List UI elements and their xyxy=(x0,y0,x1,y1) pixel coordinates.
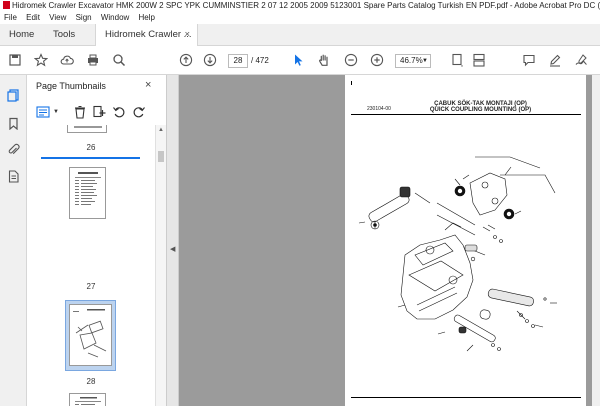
scrollbar-thumb[interactable] xyxy=(158,151,164,162)
menu-bar: File Edit View Sign Window Help xyxy=(0,12,600,24)
panel-splitter[interactable]: ◀ xyxy=(166,75,179,406)
cloud-upload-icon[interactable] xyxy=(60,53,74,67)
page-thumbnail-27-preview xyxy=(75,172,101,205)
collapse-panel-icon[interactable]: ◀ xyxy=(170,245,175,253)
menu-edit[interactable]: Edit xyxy=(26,13,40,22)
chevron-down-icon: ▼ xyxy=(422,58,428,64)
rotate-clockwise-icon[interactable] xyxy=(132,105,146,119)
acrobat-app-icon xyxy=(3,1,10,9)
drop-indicator xyxy=(41,157,140,159)
insert-page-icon[interactable] xyxy=(92,105,106,119)
exploded-parts-diagram xyxy=(358,156,557,352)
thumbnail-options-icon[interactable] xyxy=(36,105,50,119)
page-thumbnail-28[interactable] xyxy=(69,304,112,366)
menu-view[interactable]: View xyxy=(49,13,66,22)
page-thumbnail-29-preview xyxy=(75,397,101,405)
tab-home[interactable]: Home xyxy=(9,24,34,46)
menu-window[interactable]: Window xyxy=(101,13,129,22)
main-toolbar: 28 / 472 46.7% ▼ xyxy=(0,46,600,75)
menu-file[interactable]: File xyxy=(4,13,17,22)
thumbnail-label-26: 26 xyxy=(86,143,96,152)
hand-tool-icon[interactable] xyxy=(317,53,331,67)
right-rail xyxy=(592,75,600,406)
tab-document[interactable]: Hidromek Crawler ... × xyxy=(95,24,198,47)
print-icon[interactable] xyxy=(86,53,100,67)
zoom-level-value: 46.7% xyxy=(400,56,423,65)
zoom-out-icon[interactable] xyxy=(344,53,358,67)
page-total: / 472 xyxy=(251,56,269,65)
document-icon[interactable] xyxy=(7,170,20,183)
scroll-up-icon[interactable]: ▲ xyxy=(158,127,164,133)
window-titlebar: Hidromek Crawler Excavator HMK 200W 2 SP… xyxy=(0,0,600,12)
sign-icon[interactable] xyxy=(574,53,588,67)
tab-document-label: Hidromek Crawler ... xyxy=(105,29,192,40)
panel-toolbar: ▼ xyxy=(36,105,156,119)
delete-pages-icon[interactable] xyxy=(73,105,87,119)
menu-help[interactable]: Help xyxy=(139,13,155,22)
save-icon[interactable] xyxy=(8,53,22,67)
rotate-counterclockwise-icon[interactable] xyxy=(112,105,126,119)
bookmark-star-icon[interactable] xyxy=(34,53,48,67)
tab-close-icon[interactable]: × xyxy=(184,24,190,46)
comment-icon[interactable] xyxy=(522,53,536,67)
select-cursor-icon[interactable] xyxy=(291,53,305,67)
fit-page-icon[interactable] xyxy=(450,53,464,67)
scroll-mode-icon[interactable] xyxy=(472,53,486,67)
tab-tools[interactable]: Tools xyxy=(53,24,75,46)
zoom-in-icon[interactable] xyxy=(370,53,384,67)
footer-rule xyxy=(351,397,581,398)
thumbnail-label-28: 28 xyxy=(86,377,96,386)
document-page: ÇABUK SÖK-TAK MONTAJI (OP) QUICK COUPLIN… xyxy=(345,75,586,406)
thumbnail-list: 26 27 28 xyxy=(27,125,155,406)
window-title: Hidromek Crawler Excavator HMK 200W 2 SP… xyxy=(12,1,600,10)
attachments-icon[interactable] xyxy=(7,143,20,156)
page-thumbnail-26[interactable] xyxy=(67,125,107,133)
panel-close-icon[interactable]: × xyxy=(145,79,151,91)
page-thumbnail-28-preview xyxy=(73,309,107,358)
page-number-input[interactable]: 28 xyxy=(228,54,248,68)
page-thumbnails-icon[interactable] xyxy=(7,89,20,102)
previous-page-icon[interactable] xyxy=(179,53,193,67)
document-viewer[interactable]: ÇABUK SÖK-TAK MONTAJI (OP) QUICK COUPLIN… xyxy=(179,75,600,406)
bookmarks-icon[interactable] xyxy=(7,117,20,130)
page-thumbnails-panel: Page Thumbnails × ▼ 26 27 28 ▲ xyxy=(27,75,166,406)
thumbnail-label-27: 27 xyxy=(86,282,96,291)
zoom-level-select[interactable]: 46.7% ▼ xyxy=(395,54,431,68)
highlight-pen-icon[interactable] xyxy=(548,53,562,67)
navigation-rail xyxy=(0,75,27,406)
hydraulic-cylinder xyxy=(368,186,411,230)
menu-sign[interactable]: Sign xyxy=(76,13,92,22)
page-thumbnail-29[interactable] xyxy=(69,393,106,406)
panel-title: Page Thumbnails xyxy=(36,81,106,91)
page-thumbnail-27[interactable] xyxy=(69,167,106,219)
thumbnail-scrollbar[interactable]: ▲ xyxy=(155,125,166,406)
page-thumbnail-26-preview xyxy=(74,126,102,128)
zoom-search-icon[interactable] xyxy=(112,53,126,67)
options-chevron-icon[interactable]: ▼ xyxy=(49,105,63,119)
next-page-icon[interactable] xyxy=(203,53,217,67)
tab-bar: Home Tools Hidromek Crawler ... × xyxy=(0,24,600,47)
